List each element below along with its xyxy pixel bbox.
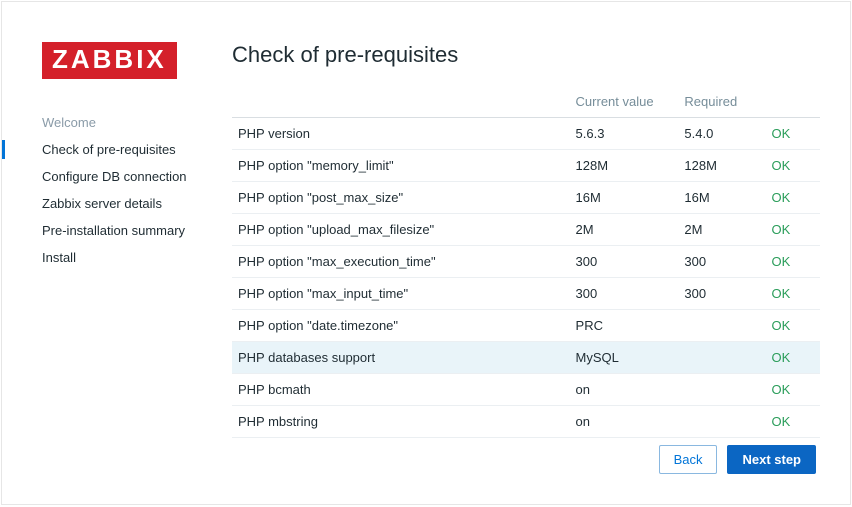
- table-row: PHP option "max_input_time"300300OK: [232, 278, 820, 310]
- cell-name: PHP option "max_input_time": [232, 278, 570, 310]
- cell-required: [678, 374, 765, 406]
- table-row: PHP option "post_max_size"16M16MOK: [232, 182, 820, 214]
- cell-current: 128M: [570, 150, 679, 182]
- page-title: Check of pre-requisites: [232, 42, 820, 68]
- table-row: PHP option "max_execution_time"300300OK: [232, 246, 820, 278]
- table-row: PHP option "memory_limit"128M128MOK: [232, 150, 820, 182]
- cell-required: [678, 406, 765, 438]
- nav-step-0[interactable]: Welcome: [42, 109, 212, 136]
- cell-current: 2M: [570, 214, 679, 246]
- cell-status: OK: [766, 406, 820, 438]
- table-row: PHP option "upload_max_filesize"2M2MOK: [232, 214, 820, 246]
- back-button[interactable]: Back: [659, 445, 718, 474]
- cell-current: 5.6.3: [570, 118, 679, 150]
- sidebar: ZABBIX WelcomeCheck of pre-requisitesCon…: [2, 42, 232, 442]
- cell-status: OK: [766, 310, 820, 342]
- cell-required: 300: [678, 278, 765, 310]
- table-row: PHP bcmathon OK: [232, 374, 820, 406]
- cell-name: PHP mbstring: [232, 406, 570, 438]
- cell-status: OK: [766, 374, 820, 406]
- cell-required: 16M: [678, 182, 765, 214]
- requirements-scroll[interactable]: Current value Required PHP version5.6.35…: [232, 86, 820, 442]
- header-status: [766, 86, 820, 118]
- cell-name: PHP version: [232, 118, 570, 150]
- table-row: PHP mbstringon OK: [232, 406, 820, 438]
- table-row: PHP databases supportMySQL OK: [232, 342, 820, 374]
- footer-buttons: Back Next step: [659, 445, 816, 474]
- cell-name: PHP option "max_execution_time": [232, 246, 570, 278]
- cell-current: on: [570, 406, 679, 438]
- cell-status: OK: [766, 342, 820, 374]
- cell-name: PHP option "upload_max_filesize": [232, 214, 570, 246]
- header-required: Required: [678, 86, 765, 118]
- nav-step-3[interactable]: Zabbix server details: [42, 190, 212, 217]
- nav-step-1[interactable]: Check of pre-requisites: [42, 136, 212, 163]
- cell-current: PRC: [570, 310, 679, 342]
- header-current: Current value: [570, 86, 679, 118]
- cell-name: PHP databases support: [232, 342, 570, 374]
- cell-status: OK: [766, 118, 820, 150]
- cell-status: OK: [766, 182, 820, 214]
- installer-frame: ZABBIX WelcomeCheck of pre-requisitesCon…: [1, 1, 851, 505]
- cell-current: 16M: [570, 182, 679, 214]
- table-header-row: Current value Required: [232, 86, 820, 118]
- cell-status: OK: [766, 214, 820, 246]
- nav-step-4[interactable]: Pre-installation summary: [42, 217, 212, 244]
- cell-status: OK: [766, 150, 820, 182]
- requirements-table: Current value Required PHP version5.6.35…: [232, 86, 820, 442]
- logo: ZABBIX: [42, 42, 177, 79]
- cell-name: PHP option "date.timezone": [232, 310, 570, 342]
- cell-name: PHP option "post_max_size": [232, 182, 570, 214]
- cell-required: 300: [678, 246, 765, 278]
- cell-required: [678, 310, 765, 342]
- nav-steps: WelcomeCheck of pre-requisitesConfigure …: [42, 109, 212, 271]
- cell-name: PHP bcmath: [232, 374, 570, 406]
- content: ZABBIX WelcomeCheck of pre-requisitesCon…: [2, 2, 850, 442]
- cell-status: OK: [766, 438, 820, 443]
- cell-current: 300: [570, 278, 679, 310]
- cell-status: OK: [766, 246, 820, 278]
- cell-required: 5.4.0: [678, 118, 765, 150]
- cell-current: off: [570, 438, 679, 443]
- cell-name: PHP option "mbstring.func_overload": [232, 438, 570, 443]
- cell-required: 128M: [678, 150, 765, 182]
- nav-step-2[interactable]: Configure DB connection: [42, 163, 212, 190]
- main-panel: Check of pre-requisites Current value Re…: [232, 42, 820, 442]
- cell-required: [678, 342, 765, 374]
- table-row: PHP version5.6.35.4.0OK: [232, 118, 820, 150]
- header-name: [232, 86, 570, 118]
- next-step-button[interactable]: Next step: [727, 445, 816, 474]
- cell-name: PHP option "memory_limit": [232, 150, 570, 182]
- table-row: PHP option "mbstring.func_overload"offof…: [232, 438, 820, 443]
- cell-status: OK: [766, 278, 820, 310]
- cell-current: MySQL: [570, 342, 679, 374]
- cell-current: on: [570, 374, 679, 406]
- cell-required: off: [678, 438, 765, 443]
- cell-required: 2M: [678, 214, 765, 246]
- table-row: PHP option "date.timezone"PRC OK: [232, 310, 820, 342]
- nav-step-5[interactable]: Install: [42, 244, 212, 271]
- cell-current: 300: [570, 246, 679, 278]
